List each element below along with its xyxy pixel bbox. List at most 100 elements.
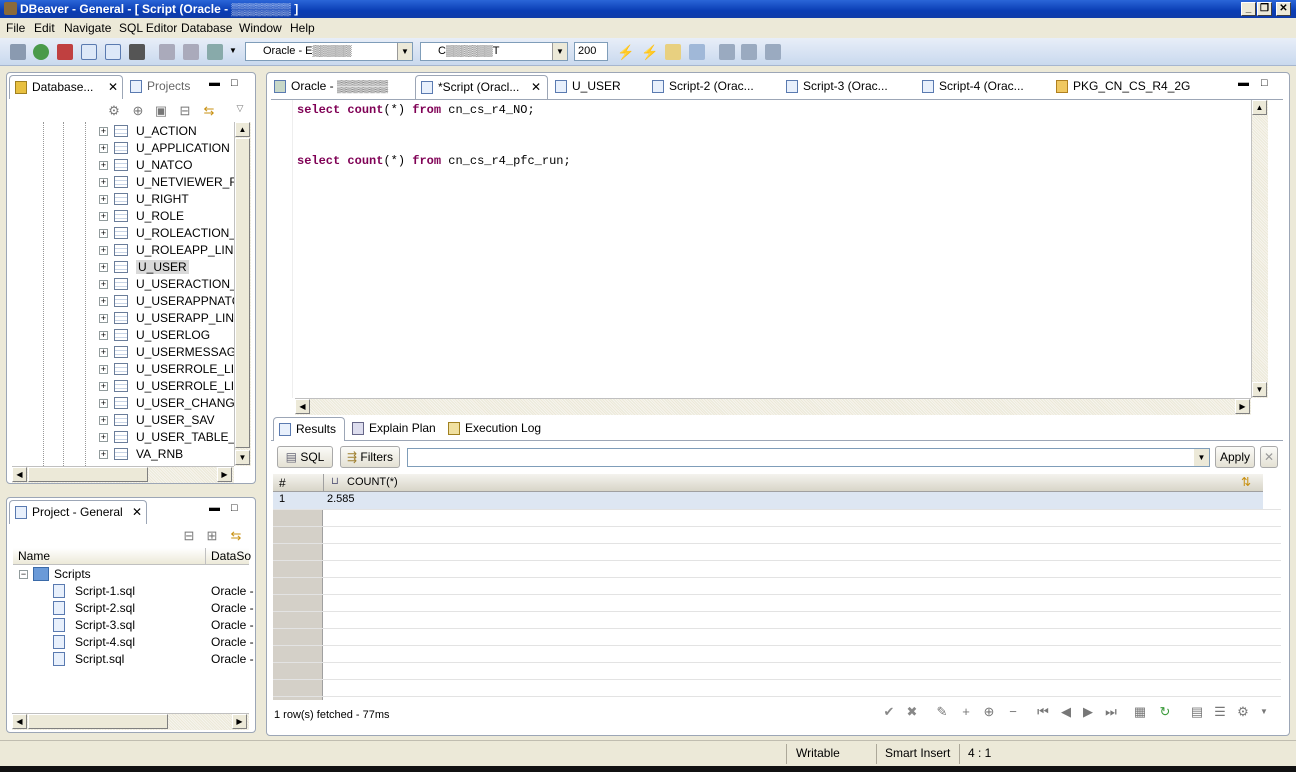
menu-edit[interactable]: Edit [34, 21, 55, 35]
collapse-icon[interactable]: − [19, 570, 28, 579]
scroll-up-icon[interactable]: ▲ [1252, 100, 1267, 115]
collapse-all-icon[interactable]: ⊟ [178, 104, 192, 118]
scroll-left-icon[interactable]: ◀ [12, 714, 27, 729]
expand-icon[interactable]: + [99, 297, 108, 306]
expand-icon[interactable]: + [99, 433, 108, 442]
expand-icon[interactable]: + [99, 331, 108, 340]
copy-row-icon[interactable]: ⊕ [982, 705, 996, 719]
tab-script-2[interactable]: Script-2 (Orac... [647, 75, 779, 99]
tab-pkg-cn-cs-r4-2g[interactable]: PKG_CN_CS_R4_2G [1051, 75, 1201, 99]
delete-row-icon[interactable]: − [1006, 705, 1020, 719]
copy-icon[interactable] [159, 44, 175, 60]
tab-project-general[interactable]: Project - General ✕ [9, 500, 147, 524]
close-button[interactable]: ✕ [1276, 2, 1291, 16]
sql-button[interactable]: ▤ SQL [277, 446, 333, 468]
maximize-view-icon[interactable]: □ [231, 77, 238, 89]
transaction-icon[interactable] [57, 44, 73, 60]
menu-sql-editor[interactable]: SQL Editor [119, 21, 177, 35]
menu-database[interactable]: Database [181, 21, 232, 35]
disconnect-icon[interactable] [10, 44, 26, 60]
navigator-vscrollbar[interactable]: ▲ ▼ [234, 122, 251, 466]
print-icon[interactable] [129, 44, 145, 60]
tab-results[interactable]: Results [273, 417, 345, 441]
minimize-editor-icon[interactable]: ▬ [1238, 77, 1249, 89]
scroll-thumb[interactable] [235, 138, 250, 448]
fetch-all-icon[interactable]: ▦ [1133, 705, 1147, 719]
new-connection-icon[interactable]: ⊕ [131, 104, 145, 118]
last-page-icon[interactable]: ⏭ [1104, 705, 1118, 719]
expand-icon[interactable]: + [99, 161, 108, 170]
new-script-icon[interactable] [81, 44, 97, 60]
script-item[interactable]: Script-3.sql Oracle - [53, 617, 254, 634]
tab-execution-log[interactable]: Execution Log [443, 417, 541, 441]
link-editor-icon[interactable]: ⇆ [229, 529, 243, 543]
navigator-hscrollbar[interactable]: ◀ ▶ [12, 466, 234, 483]
editor-hscrollbar[interactable]: ◀ ▶ [295, 398, 1251, 415]
minimize-view-icon[interactable]: ▬ [209, 77, 220, 89]
format-sql-icon[interactable] [719, 44, 735, 60]
scroll-right-icon[interactable]: ▶ [1235, 399, 1250, 414]
filters-button[interactable]: ⇶ Filters [340, 446, 400, 468]
scroll-left-icon[interactable]: ◀ [12, 467, 27, 482]
expand-icon[interactable]: + [99, 212, 108, 221]
close-icon[interactable]: ✕ [108, 76, 118, 98]
sort-icon[interactable]: ⇅ [1241, 475, 1251, 489]
view-menu-icon[interactable]: ▽ [233, 101, 247, 115]
scroll-down-icon[interactable]: ▼ [235, 450, 250, 465]
expand-icon[interactable]: + [99, 178, 108, 187]
expand-icon[interactable]: + [99, 280, 108, 289]
text-view-icon[interactable]: ☰ [1213, 705, 1227, 719]
refresh-icon[interactable] [33, 44, 49, 60]
expand-icon[interactable]: + [99, 365, 108, 374]
expand-icon[interactable]: ⊞ [205, 529, 219, 543]
minimize-button[interactable]: _ [1241, 2, 1256, 16]
menu-dropdown-icon[interactable]: ▼ [1257, 705, 1271, 719]
uncomment-icon[interactable] [765, 44, 781, 60]
add-row-icon[interactable]: + [959, 705, 973, 719]
maximize-button[interactable]: ❐ [1257, 2, 1272, 16]
tab-u-user[interactable]: U_USER [550, 75, 645, 99]
menu-navigate[interactable]: Navigate [64, 21, 111, 35]
close-icon[interactable]: ✕ [132, 501, 142, 523]
hscroll-thumb[interactable] [28, 714, 168, 729]
hscroll-thumb[interactable] [28, 467, 148, 482]
schema-selector[interactable]: C▒▒▒▒▒▒T ▼ [420, 42, 568, 61]
maximize-view-icon[interactable]: □ [231, 502, 238, 514]
scroll-up-icon[interactable]: ▲ [235, 122, 250, 137]
next-page-icon[interactable]: ▶ [1081, 705, 1095, 719]
script-item[interactable]: Script-1.sql Oracle - [53, 583, 254, 600]
expand-icon[interactable]: + [99, 229, 108, 238]
maximize-editor-icon[interactable]: □ [1261, 77, 1268, 89]
first-page-icon[interactable]: ⏮ [1036, 705, 1050, 719]
menu-file[interactable]: File [6, 21, 25, 35]
minimize-view-icon[interactable]: ▬ [209, 502, 220, 514]
connection-selector[interactable]: Oracle - E▒▒▒▒▒ ▼ [245, 42, 413, 61]
menu-help[interactable]: Help [290, 21, 315, 35]
explain-plan-icon[interactable] [665, 44, 681, 60]
export-icon[interactable] [207, 44, 223, 60]
load-plan-icon[interactable] [689, 44, 705, 60]
tab-oracle-connection[interactable]: Oracle - ▒▒▒▒▒▒ [269, 75, 413, 99]
scroll-down-icon[interactable]: ▼ [1252, 382, 1267, 397]
col-count-header[interactable]: COUNT(*) [347, 476, 398, 488]
connect-icon[interactable]: ⚙ [107, 104, 121, 118]
scroll-right-icon[interactable]: ▶ [217, 467, 232, 482]
max-rows-input[interactable]: 200 [574, 42, 608, 61]
expand-icon[interactable]: + [99, 382, 108, 391]
tab-projects[interactable]: Projects [125, 75, 190, 99]
script-item[interactable]: Script.sql Oracle - [53, 651, 254, 668]
project-hscrollbar[interactable]: ◀ ▶ [12, 713, 249, 730]
script-item[interactable]: Script-2.sql Oracle - [53, 600, 254, 617]
tab-script-4[interactable]: Script-4 (Orac... [917, 75, 1049, 99]
link-editor-icon[interactable]: ⇆ [202, 104, 216, 118]
collapse-all-icon[interactable]: ⊟ [182, 529, 196, 543]
open-script-icon[interactable] [105, 44, 121, 60]
close-icon[interactable]: ✕ [531, 76, 541, 98]
expand-icon[interactable]: + [99, 127, 108, 136]
new-folder-icon[interactable]: ▣ [154, 104, 168, 118]
expand-icon[interactable]: + [99, 314, 108, 323]
settings-gear-icon[interactable]: ⚙ [1236, 705, 1250, 719]
expand-icon[interactable]: + [99, 263, 108, 272]
tab-script-3[interactable]: Script-3 (Orac... [781, 75, 915, 99]
cancel-changes-icon[interactable]: ✖ [905, 705, 919, 719]
